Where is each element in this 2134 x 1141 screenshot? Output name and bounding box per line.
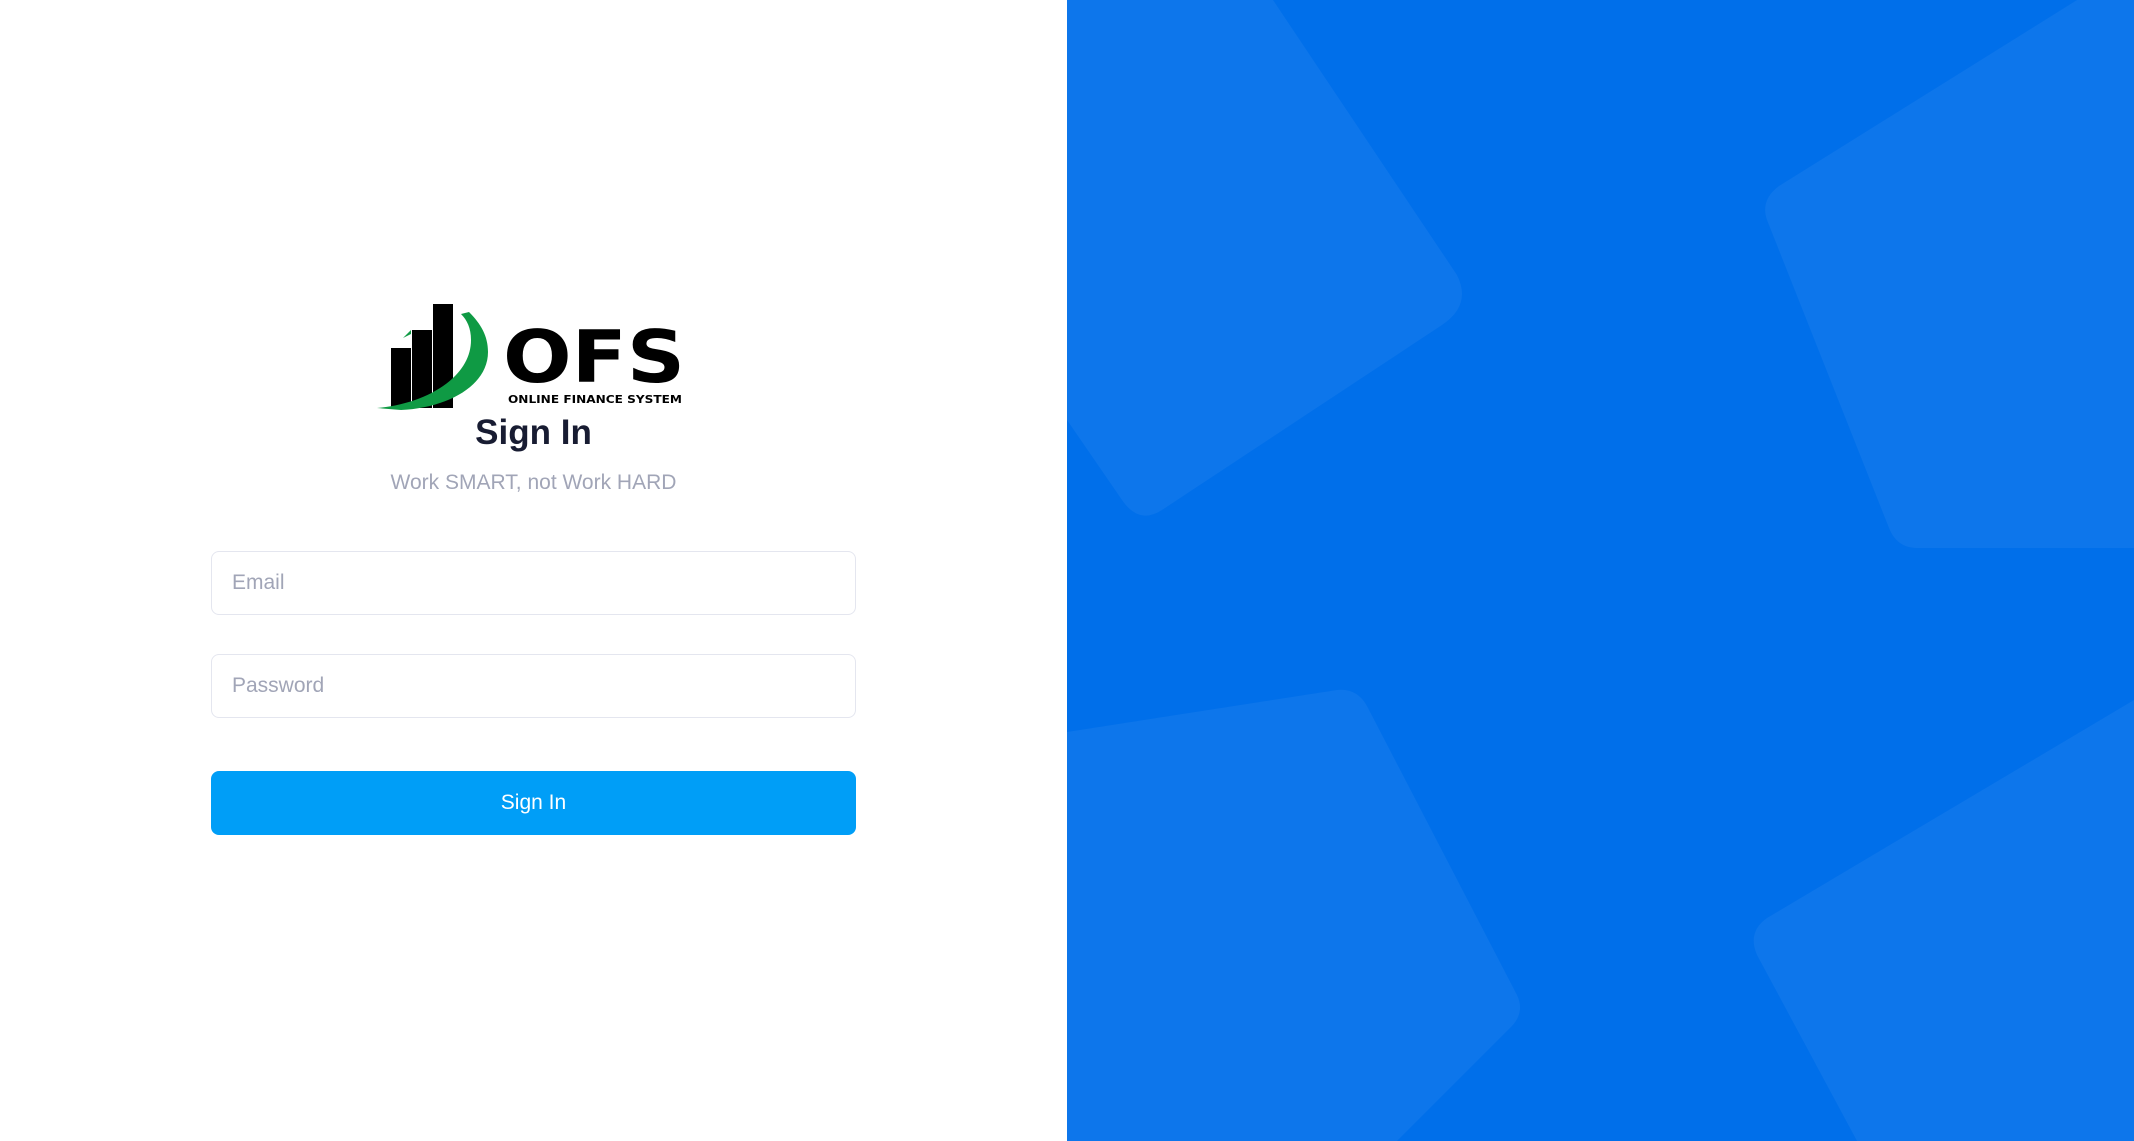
bg-shape-4	[1753, 700, 2134, 1141]
login-panel: OFS ONLINE FINANCE SYSTEM Sign In Work S…	[0, 0, 1067, 1141]
logo-mark: OFS	[503, 315, 685, 399]
page-title: Sign In	[475, 413, 592, 452]
background-shapes	[1067, 0, 2134, 1141]
email-field[interactable]	[211, 551, 856, 615]
bg-shape-2	[1765, 0, 2134, 548]
bg-shape-3	[1067, 689, 1521, 1141]
password-field[interactable]	[211, 654, 856, 718]
bg-shape-1	[1067, 0, 1462, 516]
page-subtitle: Work SMART, not Work HARD	[390, 471, 677, 494]
login-page: OFS ONLINE FINANCE SYSTEM Sign In Work S…	[0, 0, 2134, 1141]
sign-in-button[interactable]: Sign In	[211, 771, 856, 835]
decorative-background-panel	[1067, 0, 2134, 1141]
logo-bar-1	[391, 348, 411, 408]
logo-tagline: ONLINE FINANCE SYSTEM	[508, 393, 682, 406]
ofs-logo: OFS ONLINE FINANCE SYSTEM	[377, 304, 685, 410]
logo-tick	[403, 330, 411, 338]
